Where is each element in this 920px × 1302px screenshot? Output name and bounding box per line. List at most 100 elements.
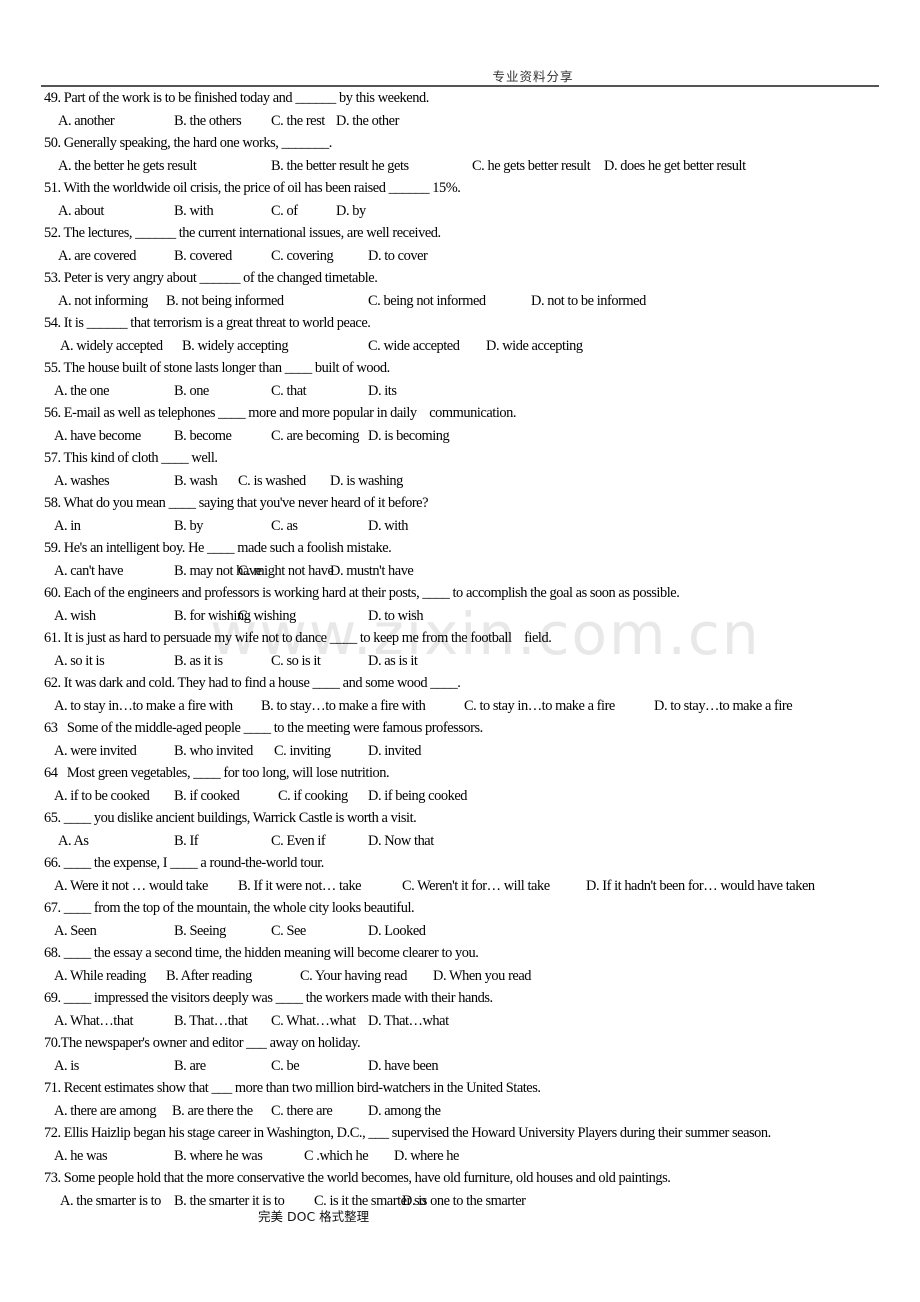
- answer-option: C. Weren't it for… will take: [402, 877, 550, 894]
- page-footer: 完美 DOC 格式整理: [258, 1209, 370, 1224]
- answer-option: C. covering: [271, 247, 334, 264]
- question-stem: 61. It is just as hard to persuade my wi…: [44, 630, 552, 646]
- answer-option: B. covered: [174, 247, 232, 264]
- answer-option: D. is becoming: [368, 427, 450, 444]
- answer-option: B. by: [174, 517, 203, 534]
- answer-option: A. if to be cooked: [54, 787, 150, 804]
- answer-option: D. its: [368, 382, 397, 399]
- question-stem: 58. What do you mean ____ saying that yo…: [44, 495, 429, 511]
- option-row: A. wish B. for wishing C. wishing D. to wis…: [44, 605, 904, 628]
- question-stem: 64 Most green vegetables, ____ for too l…: [44, 765, 390, 781]
- question-stem: 54. It is ______ that terrorism is a gre…: [44, 315, 371, 331]
- answer-option: D. if being cooked: [368, 787, 468, 804]
- answer-option: A. wish: [54, 607, 96, 624]
- option-row: A. As B. If C. Even if D. Now that: [44, 830, 904, 853]
- question-stem: 73. Some people hold that the more conse…: [44, 1170, 671, 1186]
- answer-option: A. are covered: [58, 247, 136, 264]
- answer-option: A. another: [58, 112, 115, 129]
- option-row: A. What…that B. That…that C. What…what D. T…: [44, 1010, 904, 1033]
- answer-option: B. with: [174, 202, 214, 219]
- answer-option: A. about: [58, 202, 104, 219]
- option-row: A. the smarter is to B. the smarter it is…: [44, 1190, 904, 1213]
- answer-option: B. the others: [174, 112, 242, 129]
- answer-option: A. he was: [54, 1147, 108, 1164]
- answer-option: B. to stay…to make a fire with: [261, 697, 426, 714]
- option-row: A. in B. by C. as D. with: [44, 515, 904, 538]
- answer-option: D. with: [368, 517, 409, 534]
- answer-option: D. by: [336, 202, 366, 219]
- question-list: 49. Part of the work is to be finished t…: [44, 87, 904, 1212]
- answer-option: C. are becoming: [271, 427, 359, 444]
- answer-option: B. not being informed: [166, 292, 284, 309]
- answer-option: C. inviting: [274, 742, 331, 759]
- question-stem: 56. E-mail as well as telephones ____ mo…: [44, 405, 517, 421]
- answer-option: B. if cooked: [174, 787, 240, 804]
- answer-option: D. wide accepting: [486, 337, 583, 354]
- answer-option: D. That…what: [368, 1012, 449, 1029]
- question-stem: 59. He's an intelligent boy. He ____ mad…: [44, 540, 392, 556]
- option-row: A. washes B. wash C. is washed D. is washin…: [44, 470, 904, 493]
- question-stem: 65. ____ you dislike ancient buildings, …: [44, 810, 417, 826]
- answer-option: C. that: [271, 382, 307, 399]
- answer-option: A. to stay in…to make a fire with: [54, 697, 233, 714]
- answer-option: C. of: [271, 202, 298, 219]
- question-stem: 51. With the worldwide oil crisis, the p…: [44, 180, 461, 196]
- answer-option: B. are: [174, 1057, 206, 1074]
- answer-option: A. so it is: [54, 652, 105, 669]
- answer-option: C. be: [271, 1057, 300, 1074]
- answer-option: D. have been: [368, 1057, 439, 1074]
- question-stem: 60. Each of the engineers and professors…: [44, 585, 680, 601]
- answer-option: D. Looked: [368, 922, 426, 939]
- answer-option: C. wishing: [238, 607, 296, 624]
- answer-option: A. not informing: [58, 292, 148, 309]
- answer-option: A. have become: [54, 427, 141, 444]
- option-row: A. Seen B. Seeing C. See D. Looked: [44, 920, 904, 943]
- answer-option: B. After reading: [166, 967, 252, 984]
- answer-option: A. can't have: [54, 562, 124, 579]
- answer-option: A. in: [54, 517, 81, 534]
- answer-option: C. is washed: [238, 472, 306, 489]
- answer-option: D. to wish: [368, 607, 424, 624]
- option-row: A. the one B. one C. that D. its: [44, 380, 904, 403]
- option-row: A. can't have B. may not have C. might not…: [44, 560, 904, 583]
- answer-option: A. the smarter is to: [60, 1192, 161, 1209]
- answer-option: C. so is it: [271, 652, 321, 669]
- answer-option: B. widely accepting: [182, 337, 289, 354]
- option-row: A. widely accepted B. widely accepting C. …: [44, 335, 904, 358]
- question-stem: 70.The newspaper's owner and editor ___ …: [44, 1035, 361, 1051]
- question-stem: 62. It was dark and cold. They had to fi…: [44, 675, 461, 691]
- question-stem: 69. ____ impressed the visitors deeply w…: [44, 990, 493, 1006]
- answer-option: D. invited: [368, 742, 422, 759]
- question-stem: 68. ____ the essay a second time, the hi…: [44, 945, 479, 961]
- answer-option: A. While reading: [54, 967, 147, 984]
- answer-option: B. wash: [174, 472, 218, 489]
- question-stem: 67. ____ from the top of the mountain, t…: [44, 900, 415, 916]
- answer-option: C. the rest: [271, 112, 325, 129]
- answer-option: D. When you read: [433, 967, 532, 984]
- answer-option: D. as is it: [368, 652, 418, 669]
- answer-option: D. does he get better result: [604, 157, 746, 174]
- answer-option: D. among the: [368, 1102, 441, 1119]
- question-stem: 71. Recent estimates show that ___ more …: [44, 1080, 541, 1096]
- answer-option: C. there are: [271, 1102, 333, 1119]
- answer-option: A. What…that: [54, 1012, 134, 1029]
- answer-option: D. mustn't have: [330, 562, 414, 579]
- answer-option: D. to cover: [368, 247, 428, 264]
- answer-option: C. See: [271, 922, 306, 939]
- answer-option: A. widely accepted: [60, 337, 163, 354]
- answer-option: A. As: [58, 832, 89, 849]
- answer-option: D. to stay…to make a fire: [654, 697, 793, 714]
- answer-option: B. Seeing: [174, 922, 226, 939]
- question-stem: 63 Some of the middle-aged people ____ t…: [44, 720, 483, 736]
- answer-option: B. as it is: [174, 652, 223, 669]
- question-stem: 55. The house built of stone lasts longe…: [44, 360, 390, 376]
- option-row: A. is B. are C. be D. have been: [44, 1055, 904, 1078]
- answer-option: B. become: [174, 427, 232, 444]
- answer-option: C .which he: [304, 1147, 369, 1164]
- answer-option: C. being not informed: [368, 292, 486, 309]
- option-row: A. he was B. where he was C .which he D. wh…: [44, 1145, 904, 1168]
- answer-option: A. Were it not … would take: [54, 877, 208, 894]
- answer-option: C. might not have: [238, 562, 334, 579]
- question-stem: 50. Generally speaking, the hard one wor…: [44, 135, 332, 151]
- answer-option: D. If it hadn't been for… would have tak…: [586, 877, 815, 894]
